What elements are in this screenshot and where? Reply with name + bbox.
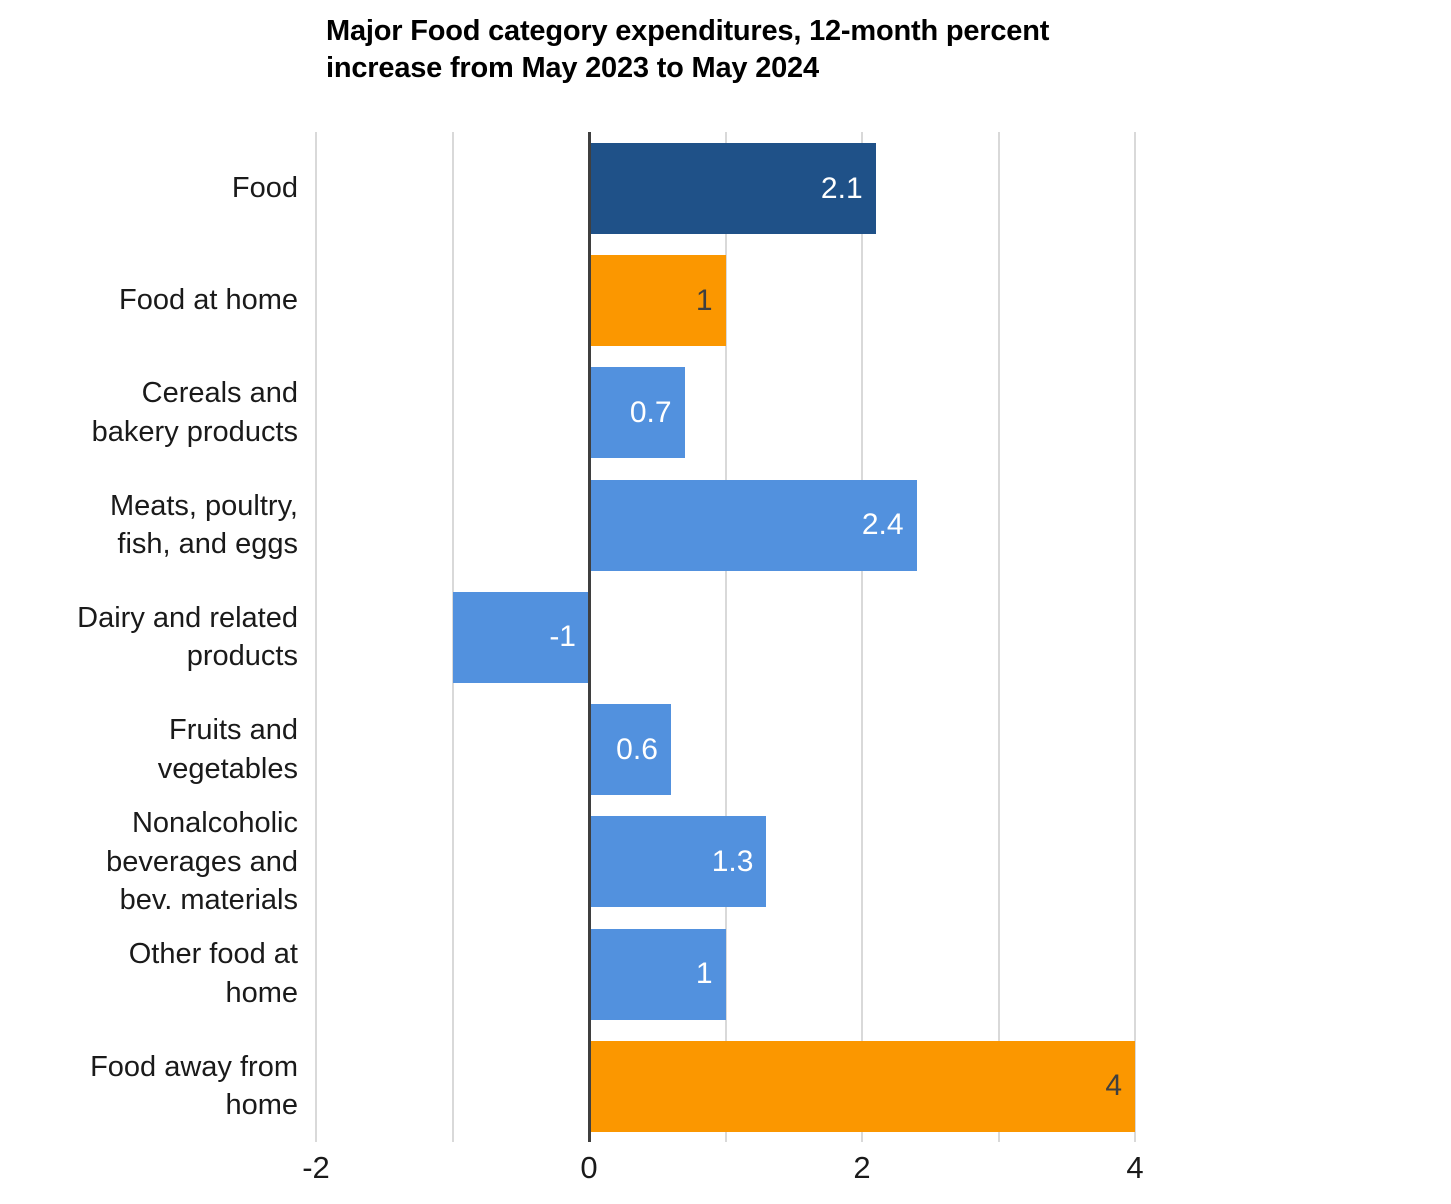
y-axis-label-6: Nonalcoholic beverages and bev. materials	[0, 805, 298, 918]
bar-value-label: 0.7	[629, 395, 672, 429]
bar-row: 0.6	[316, 693, 1135, 806]
y-axis-label-line: Food at home	[119, 284, 298, 317]
bar-row: -1	[316, 581, 1135, 694]
y-axis-label-line: Cereals and	[141, 377, 298, 410]
y-axis-label-line: bakery products	[91, 415, 298, 448]
bar-row: 2.1	[316, 132, 1135, 245]
bar-value-label: 2.1	[820, 171, 863, 205]
y-axis-category-labels: Food Food at home Cereals and bakery produc…	[0, 132, 306, 1142]
bar-value-label: 2.4	[861, 508, 904, 542]
bar-value-label: 0.6	[616, 732, 658, 766]
x-tick-label-2: 2	[853, 1150, 871, 1185]
plot-area: 2.1 1 0.7 2.4 -1 0.6 1.3 1 4	[315, 132, 1136, 1143]
y-axis-label-0: Food	[0, 132, 298, 245]
y-axis-label-3: Meats, poultry, fish, and eggs	[0, 469, 298, 582]
y-axis-label-line: products	[186, 640, 298, 673]
bar-row: 2.4	[316, 469, 1135, 582]
bar-value-label: 1.3	[711, 844, 754, 878]
chart-title-line-2: increase from May 2023 to May 2024	[326, 52, 819, 85]
bar[interactable]: 1	[589, 255, 726, 347]
y-axis-label-line: Fruits and	[169, 714, 298, 747]
y-axis-label-line: Dairy and related	[77, 601, 298, 634]
y-axis-label-line: bev. materials	[119, 884, 298, 917]
bar[interactable]: 4	[589, 1040, 1135, 1132]
y-axis-label-line: Other food at	[128, 938, 298, 971]
bar-row: 1	[316, 918, 1135, 1031]
chart-title: Major Food category expenditures, 12-mon…	[326, 13, 1186, 87]
y-axis-label-line: Nonalcoholic	[131, 806, 298, 839]
y-axis-label-line: home	[225, 977, 298, 1010]
x-tick-label-neg2: -2	[302, 1150, 330, 1185]
y-axis-label-line: Meats, poultry,	[109, 489, 298, 522]
bar-value-label: -1	[549, 620, 576, 654]
bar[interactable]: -1	[452, 591, 589, 683]
zero-axis-line	[588, 132, 591, 1142]
bar-row: 1	[316, 244, 1135, 357]
bar-value-label: 1	[695, 957, 713, 991]
y-axis-label-5: Fruits and vegetables	[0, 693, 298, 806]
bar-row: 0.7	[316, 356, 1135, 469]
bar[interactable]: 1	[589, 928, 726, 1020]
bar-row: 1.3	[316, 805, 1135, 918]
bar[interactable]: 0.7	[589, 367, 685, 459]
y-axis-label-line: vegetables	[157, 752, 298, 785]
y-axis-label-line: fish, and eggs	[117, 528, 298, 561]
y-axis-label-line: beverages and	[106, 845, 298, 878]
y-axis-label-2: Cereals and bakery products	[0, 356, 298, 469]
bar[interactable]: 0.6	[589, 704, 671, 796]
y-axis-label-line: Food away from	[90, 1050, 298, 1083]
bar[interactable]: 2.4	[589, 479, 917, 571]
x-tick-label-0: 0	[580, 1150, 598, 1185]
bar-value-label: 4	[1105, 1069, 1122, 1103]
bar-row: 4	[316, 1030, 1135, 1143]
bar[interactable]: 2.1	[589, 143, 876, 234]
y-axis-label-7: Other food at home	[0, 918, 298, 1031]
y-axis-label-line: Food	[231, 172, 298, 205]
bar[interactable]: 1.3	[589, 816, 767, 908]
y-axis-label-4: Dairy and related products	[0, 581, 298, 694]
x-axis-tick-labels: -2 0 2 4	[302, 1150, 1143, 1196]
y-axis-label-1: Food at home	[0, 244, 298, 357]
x-tick-label-4: 4	[1126, 1150, 1144, 1185]
y-axis-label-line: home	[225, 1089, 298, 1122]
chart-title-line-1: Major Food category expenditures, 12-mon…	[326, 15, 1050, 47]
y-axis-label-8: Food away from home	[0, 1030, 298, 1143]
bar-value-label: 1	[695, 283, 713, 317]
